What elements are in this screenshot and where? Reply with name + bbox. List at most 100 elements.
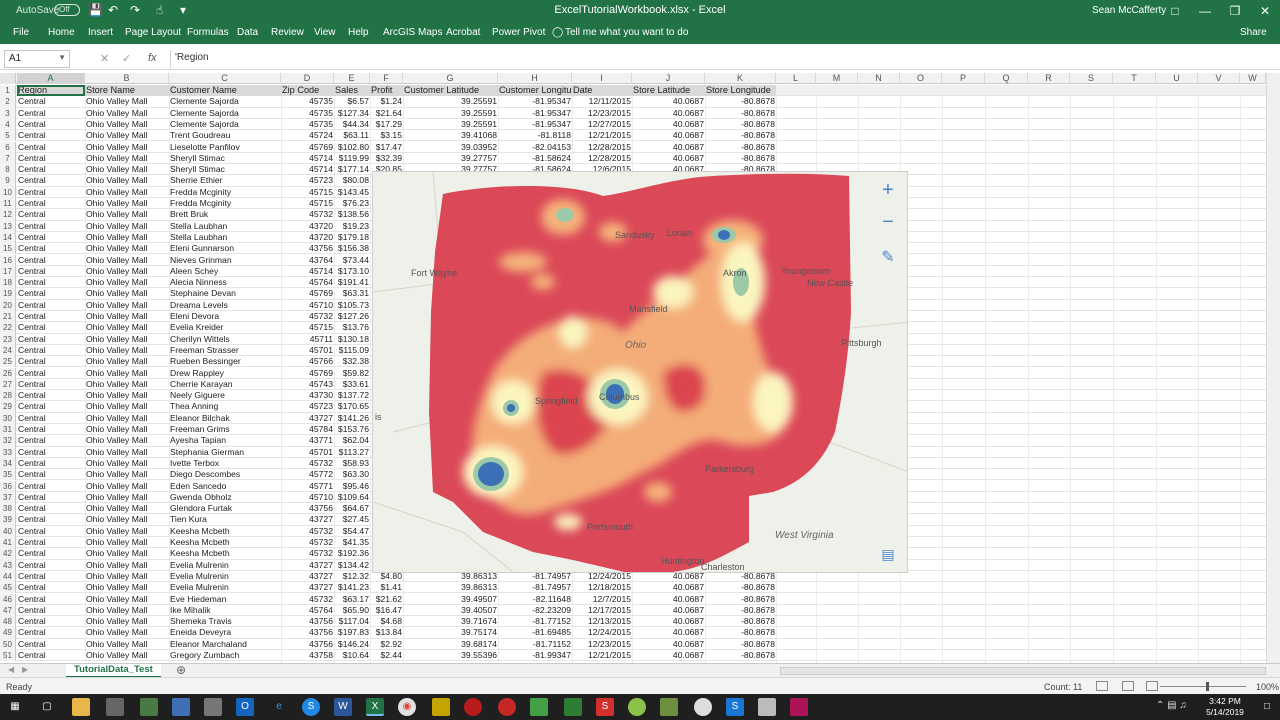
- cell[interactable]: 45714: [281, 153, 334, 164]
- cell[interactable]: 12/21/2015: [572, 650, 632, 661]
- cell[interactable]: Ohio Valley Mall: [85, 164, 169, 175]
- vertical-scrollbar[interactable]: [1266, 73, 1280, 663]
- cell[interactable]: $65.90: [334, 605, 370, 616]
- cell[interactable]: 39.41068: [403, 130, 498, 141]
- cell[interactable]: $115.09: [334, 345, 370, 356]
- excel-icon[interactable]: X: [366, 698, 384, 716]
- cell[interactable]: $32.39: [370, 153, 403, 164]
- cell[interactable]: $1.24: [370, 96, 403, 107]
- cell[interactable]: Sherrie Ethier: [169, 175, 281, 186]
- cell[interactable]: $44.34: [334, 119, 370, 130]
- cell[interactable]: $138.56: [334, 209, 370, 220]
- cell[interactable]: Central: [17, 435, 85, 446]
- cell[interactable]: Clemente Sajorda: [169, 108, 281, 119]
- cell[interactable]: $127.34: [334, 108, 370, 119]
- column-title[interactable]: Sales: [334, 85, 370, 97]
- cell[interactable]: 43756: [281, 627, 334, 638]
- row-number[interactable]: 15: [0, 243, 16, 255]
- app-icon-8[interactable]: [530, 698, 548, 716]
- row-number[interactable]: 32: [0, 435, 16, 447]
- cell[interactable]: -80.8678: [705, 650, 776, 661]
- cell[interactable]: Thea Anning: [169, 401, 281, 412]
- cell[interactable]: Ohio Valley Mall: [85, 356, 169, 367]
- cell[interactable]: Trent Goudreau: [169, 130, 281, 141]
- column-header[interactable]: K: [705, 73, 776, 84]
- cell[interactable]: 45769: [281, 368, 334, 379]
- tab-data[interactable]: Data: [237, 27, 258, 38]
- cell[interactable]: Diego Descombes: [169, 469, 281, 480]
- column-header[interactable]: T: [1113, 73, 1156, 84]
- cell[interactable]: Central: [17, 300, 85, 311]
- cell[interactable]: Central: [17, 164, 85, 175]
- cell[interactable]: Ohio Valley Mall: [85, 379, 169, 390]
- column-header[interactable]: S: [1070, 73, 1113, 84]
- tab-page-layout[interactable]: Page Layout: [125, 27, 181, 38]
- cell[interactable]: Ohio Valley Mall: [85, 345, 169, 356]
- cell[interactable]: Freeman Strasser: [169, 345, 281, 356]
- cell[interactable]: 40.0687: [632, 594, 705, 605]
- row-number[interactable]: 16: [0, 254, 16, 266]
- skype-icon[interactable]: S: [302, 698, 320, 716]
- task-view-icon[interactable]: ▢: [38, 698, 56, 716]
- cell[interactable]: $73.44: [334, 255, 370, 266]
- column-title[interactable]: Store Latitude: [632, 85, 705, 97]
- cell[interactable]: Ohio Valley Mall: [85, 650, 169, 661]
- cell[interactable]: $33.61: [334, 379, 370, 390]
- cell[interactable]: Ohio Valley Mall: [85, 209, 169, 220]
- cell[interactable]: Rueben Bessinger: [169, 356, 281, 367]
- cell[interactable]: -80.8678: [705, 96, 776, 107]
- cell[interactable]: Ohio Valley Mall: [85, 232, 169, 243]
- cell[interactable]: 45732: [281, 458, 334, 469]
- cell[interactable]: $12.32: [334, 571, 370, 582]
- cell[interactable]: 40.0687: [632, 130, 705, 141]
- cell[interactable]: 40.0687: [632, 639, 705, 650]
- cell[interactable]: -81.69485: [498, 627, 572, 638]
- cell[interactable]: 43720: [281, 232, 334, 243]
- close-icon[interactable]: ✕: [1250, 2, 1280, 20]
- column-header[interactable]: H: [498, 73, 572, 84]
- cell[interactable]: 45732: [281, 548, 334, 559]
- cell[interactable]: 45769: [281, 288, 334, 299]
- cell[interactable]: Ohio Valley Mall: [85, 503, 169, 514]
- minimize-icon[interactable]: —: [1190, 2, 1220, 20]
- cell[interactable]: Ohio Valley Mall: [85, 108, 169, 119]
- cell[interactable]: 45732: [281, 537, 334, 548]
- cell[interactable]: 40.0687: [632, 616, 705, 627]
- column-title[interactable]: Customer Latitude: [403, 85, 498, 97]
- cell[interactable]: 43756: [281, 243, 334, 254]
- row-number[interactable]: 29: [0, 401, 16, 413]
- cell[interactable]: $1.41: [370, 582, 403, 593]
- row-number[interactable]: 50: [0, 638, 16, 650]
- app-icon-9[interactable]: [564, 698, 582, 716]
- tab-power-pivot[interactable]: Power Pivot: [492, 27, 545, 38]
- cell[interactable]: 45715: [281, 198, 334, 209]
- cell[interactable]: $2.92: [370, 639, 403, 650]
- cell[interactable]: Central: [17, 650, 85, 661]
- cell[interactable]: $27.45: [334, 514, 370, 525]
- cell[interactable]: 45723: [281, 175, 334, 186]
- row-number[interactable]: 39: [0, 514, 16, 526]
- cell[interactable]: 43756: [281, 503, 334, 514]
- row-number[interactable]: 1: [0, 85, 16, 97]
- row-number[interactable]: 38: [0, 503, 16, 515]
- column-title[interactable]: Date: [572, 85, 632, 97]
- cell[interactable]: $170.65: [334, 401, 370, 412]
- cell[interactable]: Central: [17, 232, 85, 243]
- row-number[interactable]: 51: [0, 650, 16, 662]
- row-number[interactable]: 44: [0, 570, 16, 583]
- cell[interactable]: Central: [17, 96, 85, 107]
- cell[interactable]: 39.25591: [403, 108, 498, 119]
- cell[interactable]: Fredda Mcginity: [169, 187, 281, 198]
- cell[interactable]: $141.23: [334, 582, 370, 593]
- cell[interactable]: Ohio Valley Mall: [85, 526, 169, 537]
- cell[interactable]: $105.73: [334, 300, 370, 311]
- cell[interactable]: $59.82: [334, 368, 370, 379]
- cell[interactable]: $179.18: [334, 232, 370, 243]
- file-explorer-icon[interactable]: [72, 698, 90, 716]
- cell[interactable]: Central: [17, 187, 85, 198]
- cell[interactable]: 39.55396: [403, 650, 498, 661]
- cell[interactable]: Ohio Valley Mall: [85, 187, 169, 198]
- tab-home[interactable]: Home: [48, 27, 75, 38]
- next-sheet-icon[interactable]: ▶: [22, 665, 28, 674]
- cell[interactable]: Evelia Mulrenin: [169, 571, 281, 582]
